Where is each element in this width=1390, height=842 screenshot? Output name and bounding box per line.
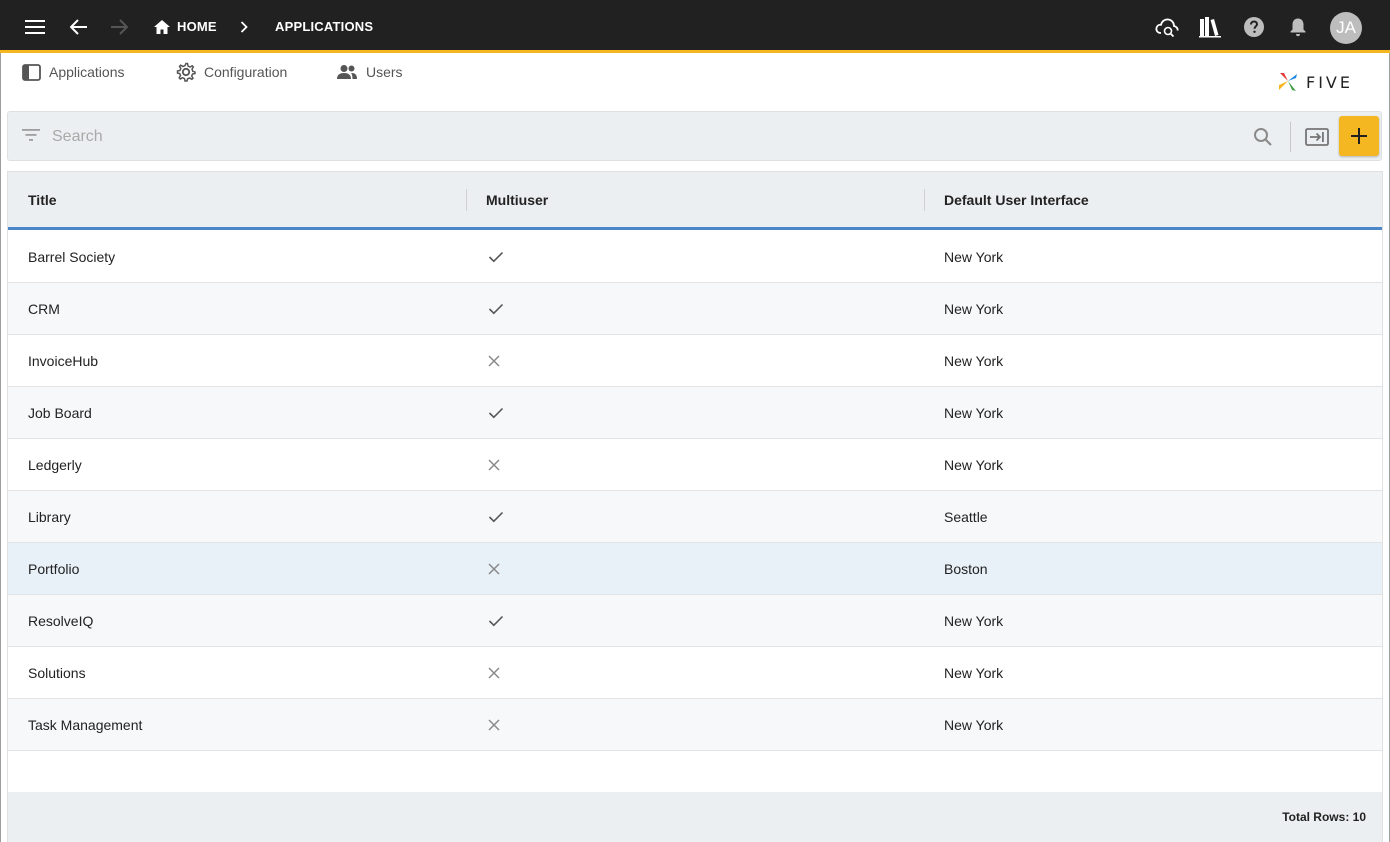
table-footer: Total Rows: 10 [8,792,1382,842]
cloud-sync-icon[interactable] [1153,13,1181,41]
five-logo-mark-icon [1276,70,1300,94]
cell-default-ui: New York [944,716,1004,733]
check-icon [488,283,504,334]
tab-configuration[interactable]: Configuration [176,58,287,86]
check-icon [488,491,504,542]
table-row[interactable]: Barrel Society New York [8,231,1382,283]
tab-configuration-label: Configuration [204,64,288,80]
cell-title: Task Management [28,716,143,733]
library-icon[interactable] [1196,13,1224,41]
add-button[interactable] [1339,116,1379,156]
table-row[interactable]: ResolveIQ New York [8,595,1382,647]
tab-applications[interactable]: Applications [22,58,125,86]
avatar-initials: JA [1336,18,1356,37]
users-icon [336,64,358,80]
cell-title: Job Board [28,404,92,421]
plus-icon [1351,128,1367,144]
column-header-default-ui[interactable]: Default User Interface [944,172,1089,227]
close-icon [488,699,500,750]
top-app-bar: HOME APPLICATIONS JA [0,0,1390,53]
avatar[interactable]: JA [1330,12,1362,44]
home-icon [153,19,171,35]
table-row[interactable]: Job Board New York [8,387,1382,439]
column-header-multiuser[interactable]: Multiuser [486,172,548,227]
cell-title: Portfolio [28,560,80,577]
search-icon[interactable] [1253,127,1273,147]
tab-applications-label: Applications [49,64,125,80]
applications-icon [22,63,41,81]
cell-title: ResolveIQ [28,612,94,629]
total-rows-label: Total Rows: 10 [1282,810,1366,824]
breadcrumb-current: APPLICATIONS [275,0,373,53]
column-header-title[interactable]: Title [28,172,57,227]
close-icon [488,543,500,594]
cell-title: Solutions [28,664,86,681]
table-row[interactable]: Task Management New York [8,699,1382,751]
help-icon[interactable] [1240,13,1268,41]
table-header: Title Multiuser Default User Interface [8,172,1382,230]
breadcrumb-current-label: APPLICATIONS [275,19,374,34]
cell-title: InvoiceHub [28,352,99,369]
cell-default-ui: Boston [944,560,988,577]
table-row[interactable]: InvoiceHub New York [8,335,1382,387]
search-divider [1290,122,1291,152]
arrow-right-icon[interactable] [105,13,133,41]
tab-users[interactable]: Users [336,58,403,86]
bell-icon[interactable] [1284,13,1312,41]
tab-users-label: Users [366,64,403,80]
five-logo: FIVE [1276,70,1353,94]
filter-icon[interactable] [22,128,40,142]
column-separator[interactable] [924,189,925,211]
search-bar [7,111,1382,161]
cell-title: Barrel Society [28,248,116,265]
cell-default-ui: Seattle [944,508,988,525]
gear-icon [176,62,196,82]
cell-default-ui: New York [944,248,1004,265]
search-input[interactable] [52,124,1232,150]
check-icon [488,595,504,646]
table-row[interactable]: CRM New York [8,283,1382,335]
cell-title: Library [28,508,71,525]
applications-table: Title Multiuser Default User Interface B… [7,171,1383,842]
table-row[interactable]: Library Seattle [8,491,1382,543]
column-separator[interactable] [466,189,467,211]
close-icon [488,335,500,386]
breadcrumb-home-label: HOME [177,19,217,34]
table-row[interactable]: Solutions New York [8,647,1382,699]
close-icon [488,647,500,698]
cell-title: CRM [28,300,60,317]
hamburger-menu-icon[interactable] [21,13,49,41]
cell-default-ui: New York [944,352,1004,369]
cell-default-ui: New York [944,404,1004,421]
cell-default-ui: New York [944,612,1004,629]
cell-default-ui: New York [944,664,1004,681]
page-border-left [0,53,1,842]
table-row[interactable]: Portfolio Boston [8,543,1382,595]
check-icon [488,387,504,438]
close-icon [488,439,500,490]
cell-default-ui: New York [944,456,1004,473]
table-row[interactable]: Ledgerly New York [8,439,1382,491]
chevron-right-icon [240,0,248,53]
import-icon[interactable] [1305,128,1329,146]
five-logo-text: FIVE [1306,72,1353,92]
cell-default-ui: New York [944,300,1004,317]
check-icon [488,231,504,282]
arrow-left-icon[interactable] [65,13,93,41]
cell-title: Ledgerly [28,456,82,473]
breadcrumb-home[interactable]: HOME [153,0,217,53]
